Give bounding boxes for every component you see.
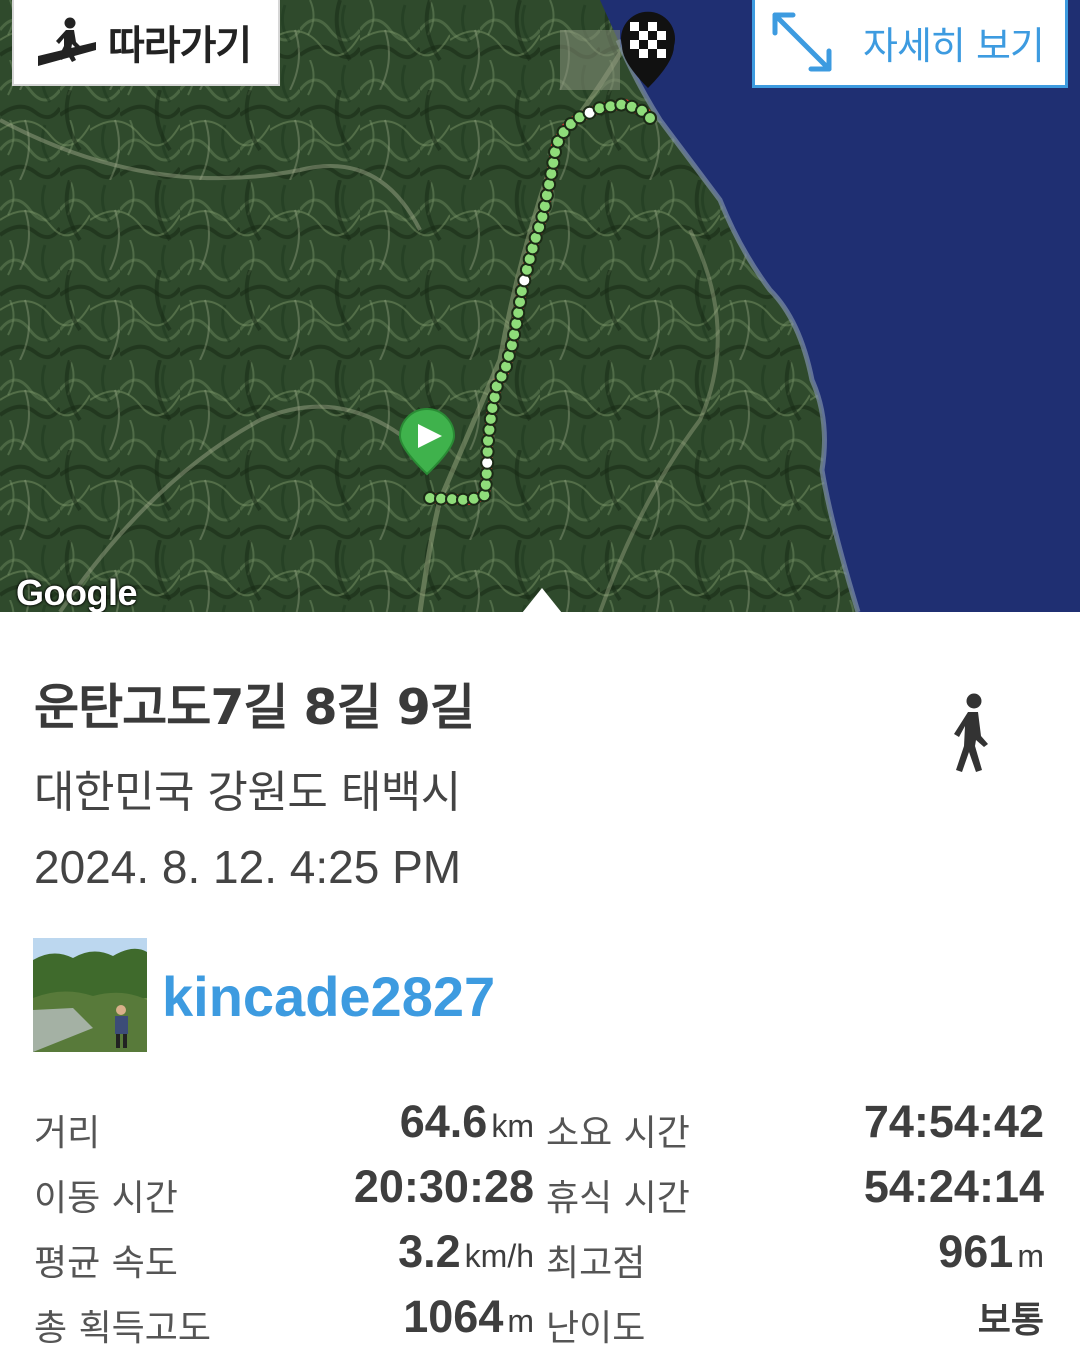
max-elevation-label: 최고점 [546, 1243, 646, 1284]
total-time-label: 소요 시간 [546, 1113, 690, 1154]
stats-row: 평균 속도 3.2 km/h 최고점 961 m [0, 1222, 1080, 1287]
stats-row: 거리 64.6 km 소요 시간 74:54:42 [0, 1092, 1080, 1157]
follow-label: 따라가기 [108, 23, 252, 69]
map-attribution: Google [16, 572, 138, 612]
track-datetime: 2024. 8. 12. 4:25 PM [34, 841, 462, 893]
total-ascent-label: 총 획득고도 [34, 1308, 212, 1349]
stats-row: 총 획득고도 1064 m 난이도 보통 [0, 1287, 1080, 1352]
moving-time-value: 20:30:28 [353, 1161, 534, 1212]
track-title: 운탄고도7길 8길 9길 [34, 679, 475, 736]
satellite-map-image [0, 0, 1080, 612]
track-location: 대한민국 강원도 태백시 [34, 767, 461, 818]
avg-speed-label: 평균 속도 [34, 1243, 178, 1284]
avg-speed-value: 3.2 km/h [398, 1226, 534, 1277]
route-map[interactable]: 따라가기 자세히 보기 Google [0, 0, 1080, 612]
max-elevation-value: 961 m [938, 1226, 1044, 1277]
username-link[interactable]: kincade2827 [162, 964, 495, 1029]
follow-button[interactable]: 따라가기 [12, 0, 280, 86]
total-time-value: 74:54:42 [863, 1096, 1044, 1147]
callout-pointer [522, 588, 562, 612]
difficulty-value: 보통 [977, 1299, 1044, 1340]
rest-time-value: 54:24:14 [863, 1161, 1044, 1212]
view-details-label: 자세히 보기 [863, 24, 1045, 68]
expand-icon [772, 12, 832, 71]
hiker-on-path-icon [38, 17, 96, 66]
stats-table: 거리 64.6 km 소요 시간 74:54:42 이동 시간 20:30:28 … [0, 1092, 1080, 1352]
walking-person-icon [948, 692, 994, 782]
moving-time-label: 이동 시간 [34, 1178, 178, 1219]
user-avatar[interactable] [33, 938, 147, 1052]
waypoint-dot [643, 111, 657, 125]
rest-time-label: 휴식 시간 [546, 1178, 690, 1219]
stats-row: 이동 시간 20:30:28 휴식 시간 54:24:14 [0, 1157, 1080, 1222]
total-ascent-value: 1064 m [403, 1291, 534, 1342]
distance-value: 64.6 km [399, 1096, 534, 1147]
difficulty-label: 난이도 [546, 1308, 646, 1349]
distance-label: 거리 [34, 1113, 101, 1154]
view-details-button[interactable]: 자세히 보기 [752, 0, 1068, 88]
